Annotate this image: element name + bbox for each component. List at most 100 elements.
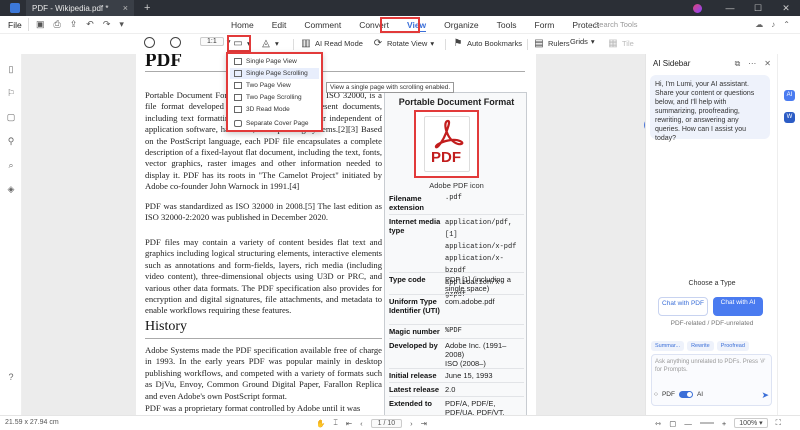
attachment-icon[interactable]: ⚲ bbox=[6, 136, 16, 146]
prev-page-icon[interactable]: ‹ bbox=[360, 419, 363, 428]
chip-proofread[interactable]: Proofread bbox=[716, 341, 749, 351]
fit-width-icon[interactable]: ⇿ bbox=[655, 419, 661, 428]
zoom-in-button[interactable] bbox=[170, 37, 181, 48]
mode-toggle[interactable] bbox=[678, 391, 693, 398]
avatar[interactable] bbox=[693, 3, 702, 13]
infobox-value: PDF [1] (including a single space) bbox=[445, 275, 511, 293]
menu-item-two-page-view[interactable]: Two Page View bbox=[230, 80, 319, 91]
menu-item-single-page-view[interactable]: Single Page View bbox=[230, 56, 319, 67]
page-indicator-input[interactable]: 1 / 10 bbox=[370, 418, 403, 428]
tab-edit[interactable]: Edit bbox=[263, 16, 296, 34]
layers-icon[interactable]: ◈ bbox=[6, 184, 16, 194]
menu-item-label: Two Page Scrolling bbox=[246, 94, 302, 101]
infobox-divider bbox=[389, 214, 524, 215]
type-hint: PDF-related / PDF-unrelated bbox=[670, 320, 754, 327]
save-icon[interactable]: ▣ bbox=[36, 19, 45, 30]
fit-page-icon[interactable]: ▢ bbox=[669, 419, 676, 428]
zoom-level[interactable]: 100% ▾ bbox=[734, 418, 768, 428]
close-icon[interactable]: ✕ bbox=[764, 59, 771, 69]
reading-theme-button[interactable]: ◬ ▾ bbox=[260, 37, 279, 49]
first-page-icon[interactable]: ⇤ bbox=[346, 419, 352, 428]
more-icon[interactable]: ⋯ bbox=[748, 59, 756, 69]
tab-tools[interactable]: Tools bbox=[488, 16, 526, 34]
auto-bookmarks-button[interactable]: ⚑ Auto Bookmarks bbox=[452, 37, 523, 49]
hand-tool-icon[interactable]: ✋ bbox=[316, 419, 325, 428]
menu-item-single-page-scrolling[interactable]: Single Page Scrolling bbox=[230, 68, 319, 79]
help-icon[interactable]: ? bbox=[6, 372, 16, 382]
file-menu[interactable]: File bbox=[8, 20, 22, 30]
rulers-label: Rulers bbox=[548, 38, 570, 48]
book-3d-icon bbox=[234, 106, 242, 113]
right-rail: AI W bbox=[777, 54, 800, 415]
document-viewport[interactable]: PDF Portable Document Format (PDF), stan… bbox=[22, 54, 645, 415]
tab-close-icon[interactable]: × bbox=[123, 3, 128, 13]
zoom-out-button[interactable] bbox=[144, 37, 155, 48]
left-rail: ▯ ⚐ ▢ ⚲ ⌕ ◈ ? bbox=[0, 54, 22, 415]
fit-size-label: 1:1 bbox=[200, 37, 224, 46]
pdf-radio[interactable]: ○ bbox=[654, 391, 658, 398]
menu-item-separate-cover-page[interactable]: Separate Cover Page bbox=[230, 118, 319, 129]
new-tab-button[interactable]: + bbox=[144, 2, 150, 14]
tab-home[interactable]: Home bbox=[222, 16, 263, 34]
bell-icon[interactable]: ♪ bbox=[771, 20, 775, 29]
next-page-icon[interactable]: › bbox=[410, 419, 413, 428]
search-icon[interactable]: ⌕ bbox=[6, 160, 16, 170]
share-icon[interactable]: ⇪ bbox=[70, 19, 78, 30]
menu-item-3d-read-mode[interactable]: 3D Read Mode bbox=[230, 104, 319, 115]
expand-icon[interactable]: ⌃ bbox=[783, 20, 790, 29]
pdf-option-label: PDF bbox=[661, 391, 675, 398]
select-tool-icon[interactable]: ⌶ bbox=[333, 418, 338, 428]
minimize-button[interactable]: — bbox=[716, 3, 744, 13]
infobox-value: 2.0 bbox=[445, 385, 456, 394]
theme-icon: ◬ bbox=[262, 37, 270, 49]
history-icon[interactable]: ⧉ bbox=[735, 59, 741, 69]
redo-icon[interactable]: ↷ bbox=[103, 19, 111, 30]
document-tab[interactable]: PDF - Wikipedia.pdf * × bbox=[26, 0, 134, 16]
infobox-value: com.adobe.pdf bbox=[445, 297, 495, 306]
search-tools-input[interactable]: ⌕ Search Tools bbox=[588, 20, 638, 30]
infobox-row: Initial release June 15, 1993 bbox=[389, 371, 524, 380]
bookmark-panel-icon[interactable]: ⚐ bbox=[6, 88, 16, 98]
pdf-icon-text: PDF bbox=[431, 149, 461, 166]
dropdown-icon[interactable]: ▾ bbox=[119, 19, 124, 30]
close-window-button[interactable]: ✕ bbox=[772, 3, 800, 14]
tab-comment[interactable]: Comment bbox=[295, 16, 350, 34]
zoom-out-status-icon[interactable]: — bbox=[684, 419, 692, 428]
tab-form[interactable]: Form bbox=[526, 16, 564, 34]
scroll-page-icon bbox=[234, 70, 242, 77]
menu-item-label: 3D Read Mode bbox=[246, 106, 290, 113]
maximize-button[interactable]: ☐ bbox=[744, 3, 772, 14]
zoom-in-status-icon[interactable]: + bbox=[722, 419, 726, 428]
page-layout-dropdown: Single Page View Single Page Scrolling T… bbox=[226, 52, 323, 132]
chat-with-pdf-button[interactable]: Chat with PDF bbox=[658, 297, 708, 316]
undo-icon[interactable]: ↶ bbox=[86, 19, 94, 30]
last-page-icon[interactable]: ⇥ bbox=[421, 419, 427, 428]
zoom-slider[interactable] bbox=[699, 422, 714, 424]
cloud-icon[interactable]: ☁ bbox=[755, 20, 763, 29]
infobox: Portable Document Format PDF Adobe PDF i… bbox=[384, 92, 527, 415]
ai-read-mode-button[interactable]: ▥ AI Read Mode bbox=[300, 37, 363, 49]
ai-rail-icon[interactable]: AI bbox=[784, 90, 795, 101]
ai-sidebar: AI Sidebar ⧉ ⋯ ✕ Hi, I'm Lumi, your AI a… bbox=[645, 54, 777, 415]
actual-size-button[interactable]: 1:1 ▾ bbox=[200, 37, 231, 46]
comment-panel-icon[interactable]: ▢ bbox=[6, 112, 16, 122]
menu-item-label: Separate Cover Page bbox=[246, 120, 309, 127]
grids-button[interactable]: Grids ▾ bbox=[570, 37, 595, 46]
infobox-row: Magic number %PDF bbox=[389, 327, 524, 336]
tile-button[interactable]: ▦ Tile bbox=[607, 37, 634, 49]
menu-item-two-page-scrolling[interactable]: Two Page Scrolling bbox=[230, 92, 319, 103]
word-rail-icon[interactable]: W bbox=[784, 112, 795, 123]
chat-with-ai-button[interactable]: Chat with AI bbox=[713, 297, 763, 316]
ai-prompt-input[interactable]: Ask anything unrelated to PDFs. Press '#… bbox=[651, 354, 772, 406]
thumbnail-icon[interactable]: ▯ bbox=[6, 64, 16, 74]
print-icon[interactable]: ⎙ bbox=[54, 19, 61, 30]
rulers-button[interactable]: ▤ Rulers bbox=[533, 37, 570, 49]
page-size-label: 21.59 x 27.94 cm bbox=[5, 419, 59, 426]
fullscreen-icon[interactable]: ⛶ bbox=[776, 418, 781, 428]
send-icon[interactable]: ➤ bbox=[761, 390, 769, 401]
chip-summarize[interactable]: Summar... bbox=[651, 341, 685, 351]
acrobat-swirl-icon bbox=[434, 119, 464, 149]
rotate-view-button[interactable]: ⟳ Rotate View ▾ bbox=[372, 37, 434, 49]
tab-organize[interactable]: Organize bbox=[435, 16, 488, 34]
chip-rewrite[interactable]: Rewrite bbox=[687, 341, 714, 351]
